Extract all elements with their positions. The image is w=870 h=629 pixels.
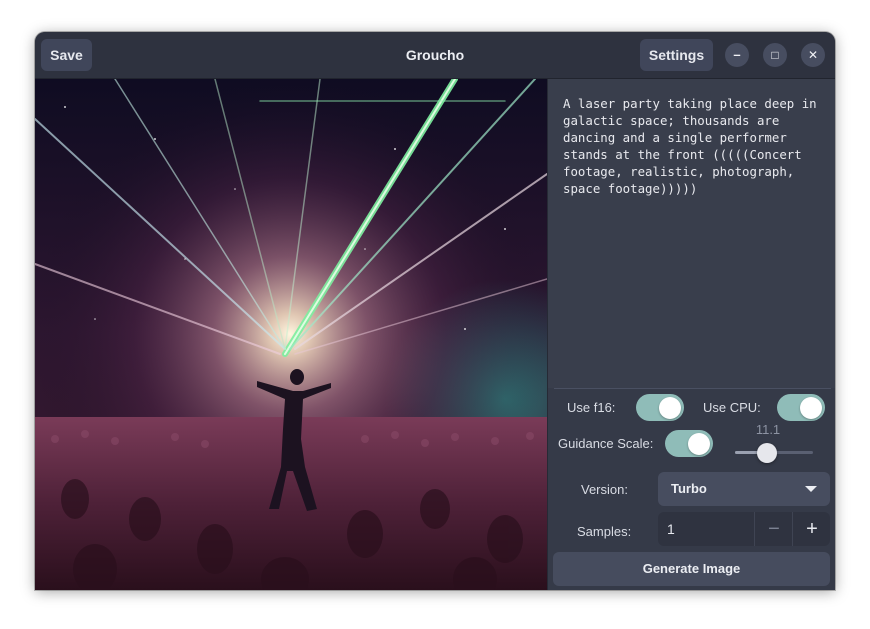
use-cpu-label: Use CPU:: [703, 400, 761, 415]
use-f16-label: Use f16:: [567, 400, 616, 415]
samples-spinbutton: 1 − +: [658, 512, 830, 546]
samples-input[interactable]: 1: [658, 512, 754, 546]
app-window: Save Groucho Settings – □ ✕ A laser part…: [35, 32, 835, 590]
maximize-icon: □: [771, 48, 779, 62]
prompt-textarea[interactable]: A laser party taking place deep in galac…: [548, 79, 835, 388]
guidance-scale-switch-knob: [688, 432, 710, 455]
save-button[interactable]: Save: [41, 39, 92, 71]
options-separator: [554, 388, 831, 389]
close-icon: ✕: [807, 48, 819, 62]
samples-increment-button[interactable]: +: [792, 512, 830, 546]
chevron-down-icon: [805, 486, 817, 492]
use-f16-switch-knob: [659, 396, 681, 419]
headerbar: Save Groucho Settings – □ ✕: [35, 32, 835, 79]
guidance-scale-switch[interactable]: [665, 430, 713, 457]
guidance-scale-slider-handle[interactable]: [756, 443, 777, 463]
generated-image-graphic: [35, 79, 547, 590]
guidance-scale-value: 11.1: [755, 422, 781, 437]
samples-label: Samples:: [577, 524, 632, 539]
maximize-button[interactable]: □: [763, 43, 787, 67]
generate-image-button[interactable]: Generate Image: [553, 552, 830, 586]
version-dropdown[interactable]: Turbo: [658, 472, 830, 506]
minus-icon: −: [768, 518, 780, 540]
use-cpu-switch[interactable]: [777, 394, 825, 421]
minimize-icon: –: [733, 47, 741, 62]
use-f16-switch[interactable]: [636, 394, 684, 421]
guidance-scale-label: Guidance Scale:: [558, 436, 654, 451]
generated-image: [35, 79, 547, 590]
version-selected: Turbo: [671, 481, 707, 496]
window-title: Groucho: [405, 47, 465, 63]
version-label: Version:: [581, 482, 628, 497]
plus-icon: +: [806, 518, 818, 540]
close-button[interactable]: ✕: [801, 43, 825, 67]
use-cpu-switch-knob: [800, 396, 822, 419]
minimize-button[interactable]: –: [725, 43, 749, 67]
samples-decrement-button[interactable]: −: [754, 512, 793, 546]
settings-button[interactable]: Settings: [640, 39, 713, 71]
